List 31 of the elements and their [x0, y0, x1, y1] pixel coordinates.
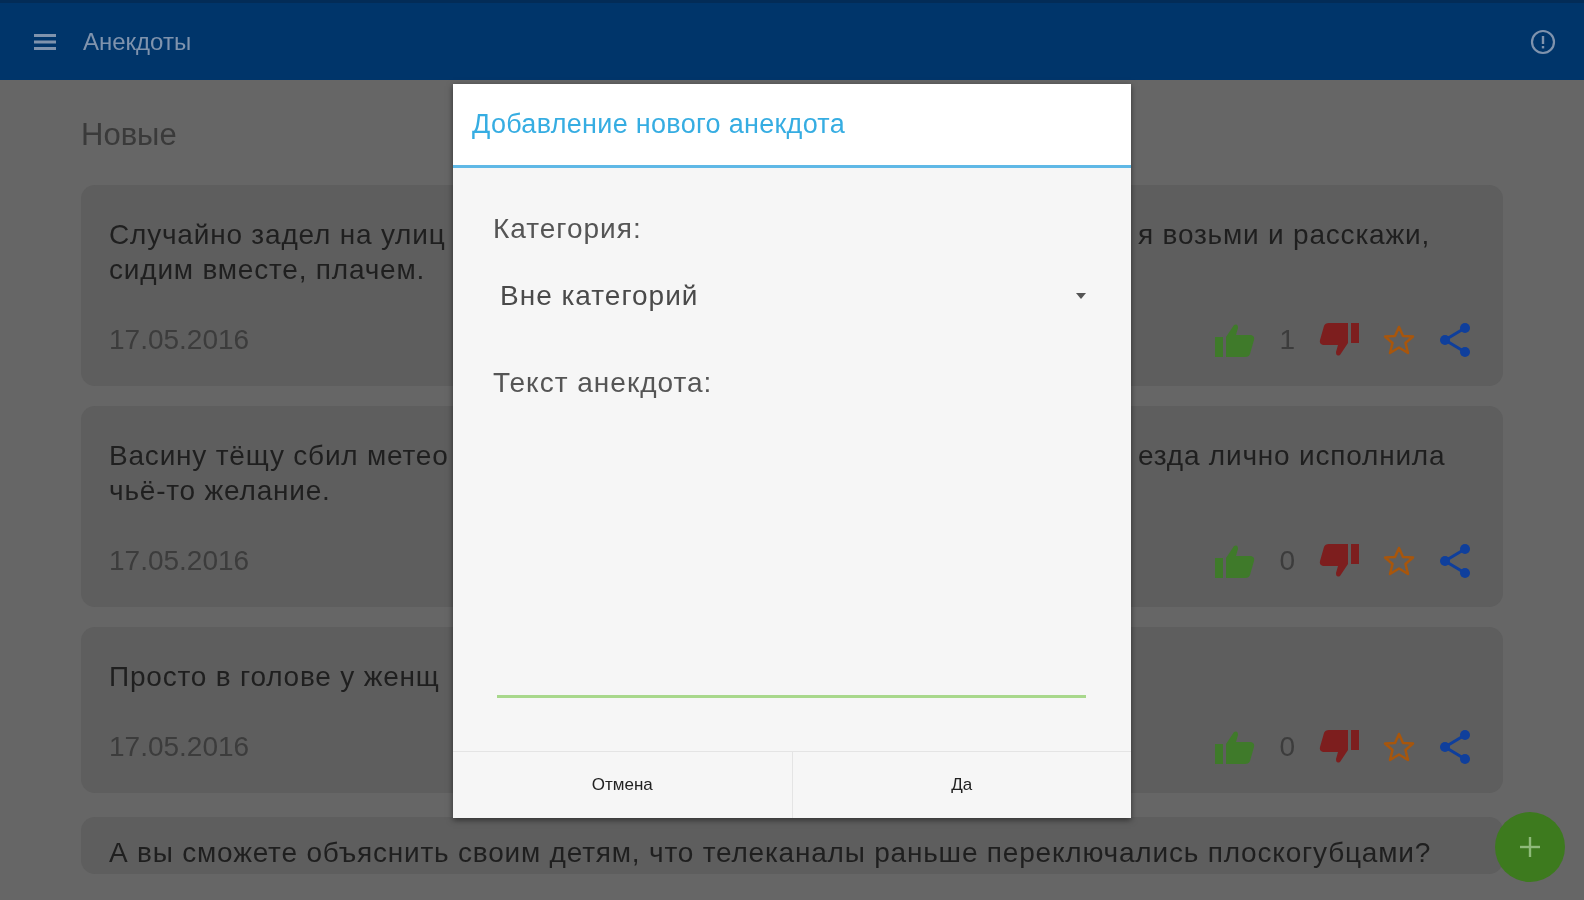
thumbs-up-icon[interactable] — [1215, 322, 1256, 357]
thumbs-up-icon[interactable] — [1215, 729, 1256, 764]
star-icon[interactable] — [1383, 324, 1415, 355]
share-icon[interactable] — [1439, 543, 1471, 578]
text-label: Текст анекдота: — [493, 366, 714, 400]
caret-icon — [1076, 293, 1086, 299]
dialog-button[interactable]: Отмена — [453, 752, 792, 818]
joke-text: сидим вместе, плачем. — [109, 253, 427, 287]
joke-text: Васину тёщу сбил метео — [109, 439, 445, 473]
category-dropdown[interactable]: Вне категорий — [493, 246, 1086, 366]
menu-icon[interactable] — [34, 33, 56, 50]
joke-text: А вы сможете объяснить своим детям, что телеканалы раньше переключались плоскогубцами? — [109, 836, 1432, 870]
joke-text: Просто в голове у женщ — [109, 660, 441, 694]
share-icon[interactable] — [1439, 729, 1471, 764]
joke-text: Случайно задел на улиц — [109, 218, 445, 252]
dialog-button[interactable]: Да — [791, 752, 1131, 818]
thumbs-up-icon[interactable] — [1215, 543, 1256, 578]
thumbs-down-icon[interactable] — [1319, 543, 1359, 578]
dialog-title: Добавление нового анекдота — [472, 109, 846, 140]
share-icon[interactable] — [1439, 322, 1471, 357]
info-icon[interactable] — [1530, 28, 1556, 55]
joke-text: езда лично исполнила — [1138, 439, 1447, 473]
plus-icon — [1520, 837, 1540, 857]
star-icon[interactable] — [1383, 545, 1415, 576]
app-title: Анекдоты — [83, 27, 193, 56]
star-icon[interactable] — [1383, 731, 1415, 762]
thumbs-down-icon[interactable] — [1319, 322, 1359, 357]
category-label: Категория: — [493, 212, 643, 246]
joke-text: чьё-то желание. — [109, 474, 332, 508]
thumbs-down-icon[interactable] — [1319, 729, 1359, 764]
joke-text: я возьми и расскажи, — [1138, 218, 1431, 252]
